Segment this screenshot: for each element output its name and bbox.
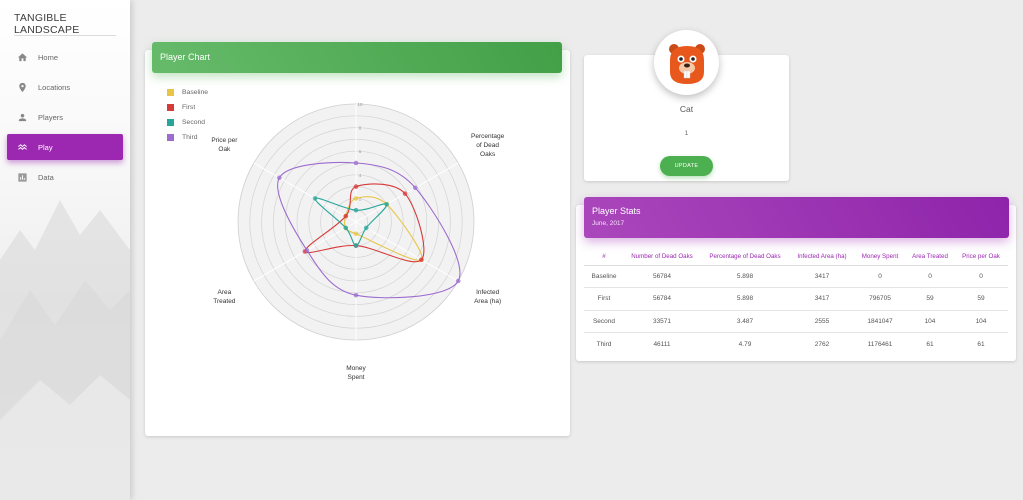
player-stats-title: Player Stats (592, 206, 641, 216)
table-cell: 33571 (624, 310, 700, 333)
radar-point-second (384, 202, 389, 207)
radar-tick-label: 10 (357, 102, 363, 107)
player-number: 1 (684, 130, 689, 137)
table-cell: 3417 (790, 265, 854, 288)
table-cell: 61 (926, 340, 934, 348)
table-row: First 56784 5.898 3417 796705 59 59 (584, 287, 1008, 311)
radar-point-second (353, 243, 359, 248)
person-icon (18, 113, 27, 121)
player-stats-header: Player Stats June, 2017 (584, 197, 1009, 238)
update-button[interactable]: UPDATE (660, 156, 713, 176)
player-stats-table: # Number of Dead Oaks Percentage of Dead… (584, 249, 1008, 355)
table-cell: First (584, 287, 624, 311)
sidebar-item-label: Play (38, 142, 53, 152)
table-header-row: # Number of Dead Oaks Percentage of Dead… (584, 249, 1008, 266)
sidebar-item-label: Data (38, 172, 54, 182)
radar-point-third (412, 185, 418, 191)
sidebar-item-label: Players (38, 112, 64, 122)
sidebar-item-data[interactable]: Data (7, 164, 123, 190)
table-cell: 0 (906, 265, 954, 288)
table-cell: 5.898 (700, 265, 790, 288)
brand-title: TANGIBLE LANDSCAPE (14, 0, 116, 36)
player-name: Cat (679, 104, 694, 114)
table-cell: 0 (954, 265, 1008, 288)
bar-chart-icon (18, 172, 27, 182)
radar-point-first (343, 213, 349, 219)
column-header: Number of Dead Oaks (624, 249, 700, 266)
radar-chart: 246810Numberof DeadOaksPercentageof Dead… (211, 102, 505, 381)
table-cell: 59 (906, 287, 954, 311)
table-cell: 1841047 (854, 310, 906, 333)
sidebar-nav: Home Locations Players Play Data (0, 44, 130, 190)
radar-axis-label: Percentage of Dead Oaks (471, 133, 505, 158)
column-header: Percentage of Dead Oaks (700, 249, 790, 266)
radar-point-third (455, 278, 461, 284)
table-cell: 56784 (624, 265, 700, 288)
column-header: Infected Area (ha) (790, 249, 854, 266)
table-cell: Second (584, 310, 624, 333)
radar-axis-label: Infected Area (ha) (474, 289, 501, 305)
radar-point-third (277, 175, 282, 181)
table-cell: 104 (906, 310, 954, 333)
sidebar: TANGIBLE LANDSCAPE Home Locations Player… (0, 0, 130, 500)
sidebar-item-play[interactable]: Play (7, 134, 123, 160)
radar-axis-label: Price per Oak (211, 137, 238, 153)
radar-point-baseline (353, 196, 359, 201)
sidebar-item-label: Home (38, 52, 59, 62)
radar-point-third (304, 248, 310, 253)
table-cell: 59 (954, 287, 1008, 311)
table-cell: Third (596, 340, 612, 348)
beaver-icon (668, 43, 705, 84)
trending-icon (18, 143, 27, 150)
column-header: Price per Oak (954, 249, 1008, 266)
home-icon (17, 52, 28, 61)
radar-axis-label: Money Spent (346, 365, 366, 381)
sidebar-item-players[interactable]: Players (7, 104, 123, 130)
sidebar-item-label: Locations (38, 82, 71, 92)
radar-point-second (343, 225, 349, 231)
table-cell: 2555 (790, 310, 854, 333)
table-cell: 56784 (624, 287, 700, 311)
radar-point-second (353, 207, 359, 213)
table-cell: 3417 (790, 287, 854, 311)
radar-point-first (353, 184, 359, 189)
table-cell: 1176461 (867, 340, 893, 348)
column-header: # (584, 249, 624, 266)
table-row: Third 46111 4.79 2762 1176461 61 61 (584, 333, 1008, 356)
location-pin-icon (19, 82, 26, 92)
table-cell: 5.898 (700, 287, 790, 311)
player-avatar (654, 30, 719, 95)
sidebar-item-home[interactable]: Home (7, 44, 123, 70)
radar-point-first (402, 191, 408, 196)
table-row: Baseline 56784 5.898 3417 0 0 0 (584, 265, 1008, 288)
radar-point-third (353, 160, 359, 166)
radar-point-first (419, 257, 424, 263)
sidebar-item-locations[interactable]: Locations (7, 74, 123, 100)
table-cell: Baseline (584, 265, 624, 288)
table-cell: 3.487 (700, 310, 790, 333)
player-stats-date: June, 2017 (592, 220, 625, 227)
radar-axis-label: Area Treated (213, 289, 236, 305)
table-cell: 104 (954, 310, 1008, 333)
mountain-background-image (0, 200, 130, 500)
column-header: Money Spent (854, 249, 906, 266)
table-cell: 4.79 (738, 340, 752, 348)
table-cell: 796705 (854, 287, 906, 311)
radar-point-baseline (353, 231, 359, 237)
radar-point-second (312, 196, 318, 201)
table-row: Second 33571 3.487 2555 1841047 104 104 (584, 310, 1008, 333)
radar-point-third (353, 292, 359, 298)
radar-point-second (363, 225, 369, 231)
table-cell: 0 (854, 265, 906, 288)
table-cell: 46111 (653, 340, 671, 348)
column-header: Area Treated (906, 249, 954, 266)
player-chart-title: Player Chart (160, 52, 211, 62)
table-cell: 2762 (814, 340, 830, 348)
table-cell: 61 (977, 340, 985, 348)
player-chart-header: Player Chart (152, 42, 562, 73)
